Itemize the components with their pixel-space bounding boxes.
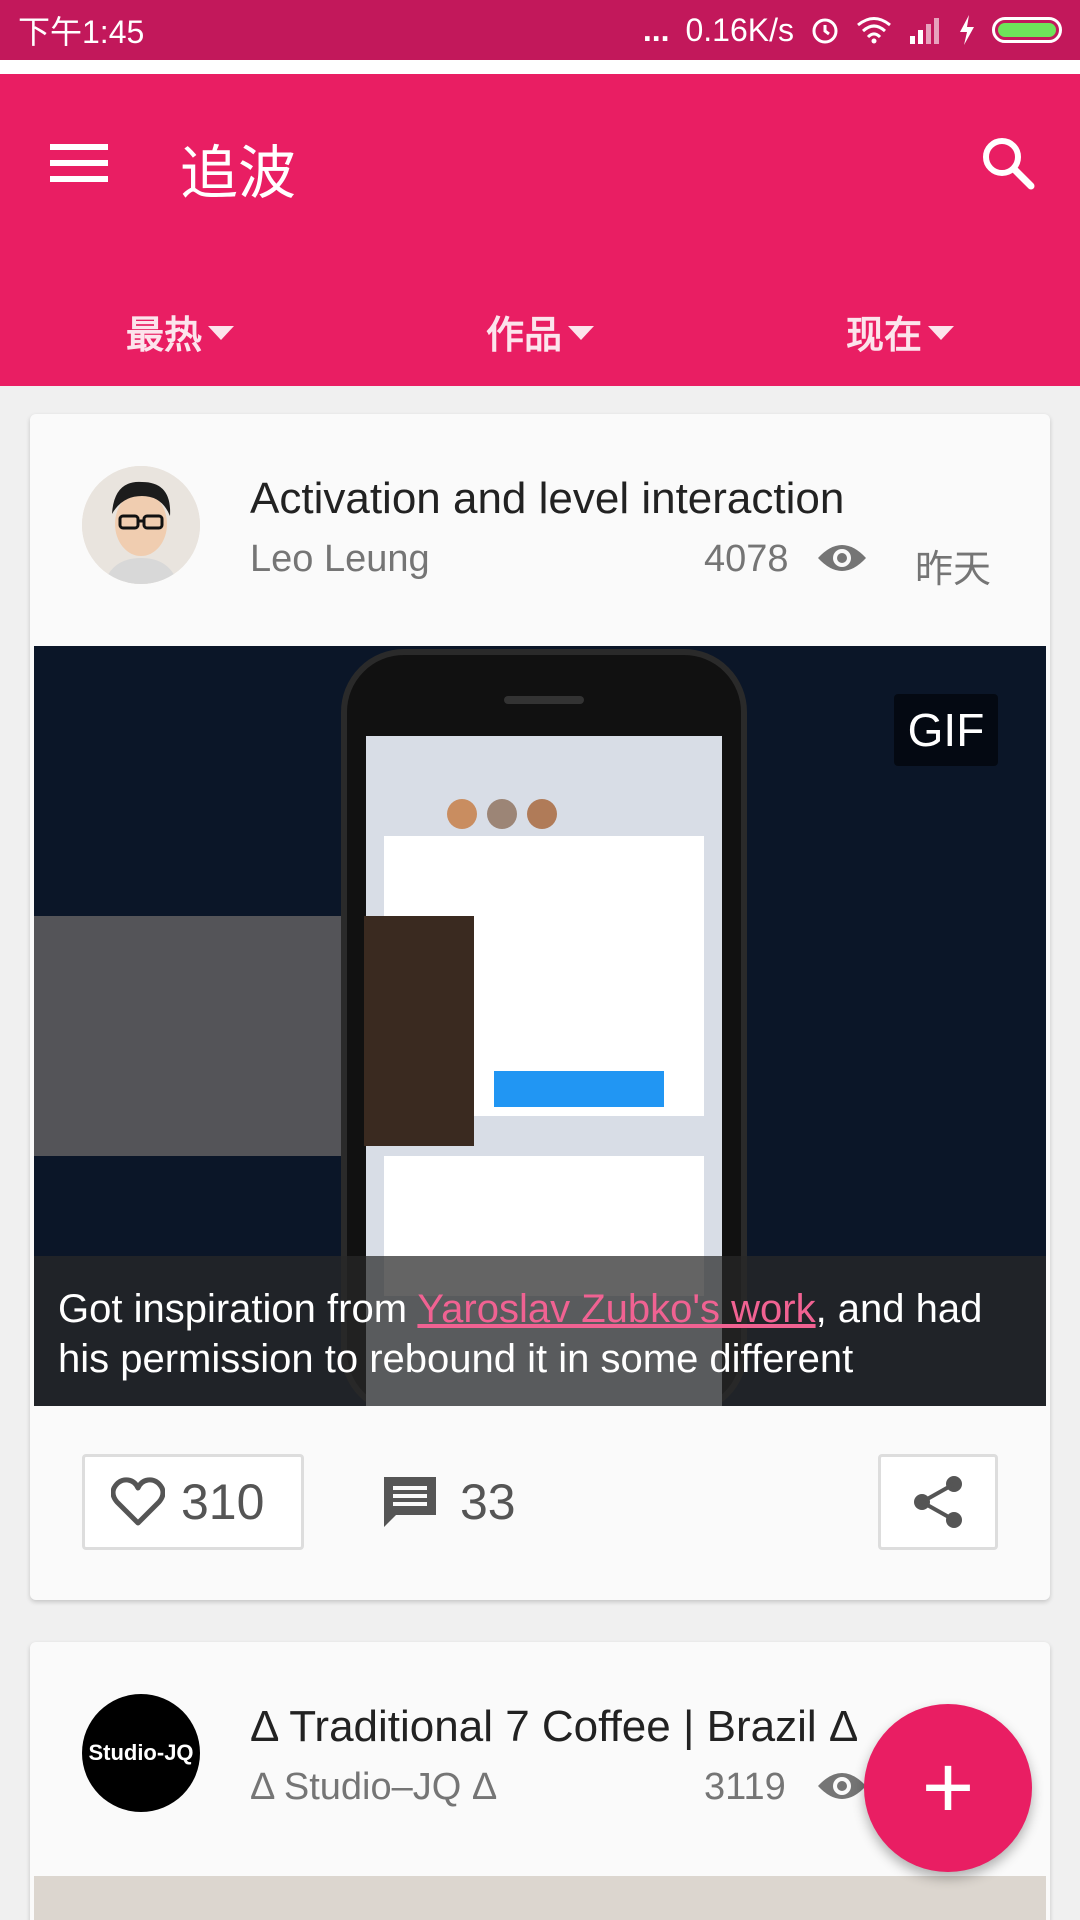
network-speed: 0.16K/s — [685, 11, 794, 48]
status-bar: 下午1:45 ... 0.16K/s — [0, 0, 1080, 60]
like-button[interactable]: 310 — [82, 1454, 304, 1550]
post-caption: Got inspiration from Yaroslav Zubko's wo… — [34, 1256, 1046, 1406]
avatar-text: Studio-JQ — [88, 1740, 194, 1765]
chevron-down-icon — [928, 326, 954, 340]
filter-time[interactable]: 现在 — [720, 286, 1080, 376]
filter-type-label: 作品 — [485, 312, 562, 357]
wifi-icon — [857, 17, 891, 44]
share-icon — [914, 1476, 962, 1528]
filter-type[interactable]: 作品 — [360, 286, 720, 376]
share-button[interactable] — [878, 1454, 998, 1550]
avatar[interactable] — [82, 466, 200, 584]
alarm-icon — [812, 18, 838, 44]
comment-icon — [384, 1477, 436, 1527]
post-author[interactable]: Leo Leung — [250, 538, 430, 581]
comment-count: 33 — [460, 1474, 516, 1530]
status-time: 下午1:45 — [18, 14, 145, 50]
heart-icon — [111, 1477, 165, 1526]
post-card[interactable]: Activation and level interaction Leo Leu… — [30, 414, 1050, 1600]
avatar[interactable]: Studio-JQ — [82, 1694, 200, 1812]
chevron-down-icon — [568, 326, 594, 340]
filter-time-label: 现在 — [845, 312, 922, 357]
post-image[interactable]: GIF Got inspiration from Yaroslav Zubko'… — [34, 646, 1046, 1406]
chevron-down-icon — [208, 326, 234, 340]
comment-button[interactable]: 33 — [380, 1454, 516, 1550]
eye-icon — [818, 1773, 866, 1799]
signal-icon — [910, 18, 939, 44]
post-date: 昨天 — [915, 547, 992, 591]
filter-sort-label: 最热 — [125, 312, 202, 357]
gif-badge: GIF — [894, 694, 998, 766]
post-actions: 310 33 — [30, 1454, 1050, 1554]
plus-icon: + — [921, 1738, 975, 1838]
view-count: 4078 — [704, 538, 789, 580]
battery-icon — [992, 17, 1062, 43]
avatar-portrait — [82, 466, 200, 584]
post-image[interactable] — [34, 1876, 1046, 1920]
search-icon[interactable] — [975, 130, 1045, 200]
caption-link[interactable]: Yaroslav Zubko's work — [417, 1287, 815, 1331]
post-title[interactable]: Δ Traditional 7 Coffee | Brazil Δ — [250, 1702, 858, 1752]
post-title[interactable]: Activation and level interaction — [250, 474, 844, 524]
charging-icon — [960, 15, 974, 45]
menu-icon[interactable] — [50, 134, 120, 204]
app-bar: 追波 最热 作品 现在 — [0, 74, 1080, 386]
eye-icon — [818, 545, 866, 571]
like-count: 310 — [181, 1474, 265, 1530]
status-divider — [0, 60, 1080, 74]
view-count: 3119 — [704, 1766, 786, 1808]
caption-text: Got inspiration from — [58, 1287, 418, 1331]
add-button[interactable]: + — [864, 1704, 1032, 1872]
filter-sort[interactable]: 最热 — [0, 286, 360, 376]
post-author[interactable]: Δ Studio–JQ Δ — [250, 1766, 497, 1809]
status-dots: ... — [642, 11, 670, 48]
filter-tabs: 最热 作品 现在 — [0, 286, 1080, 376]
app-title: 追波 — [180, 139, 297, 207]
